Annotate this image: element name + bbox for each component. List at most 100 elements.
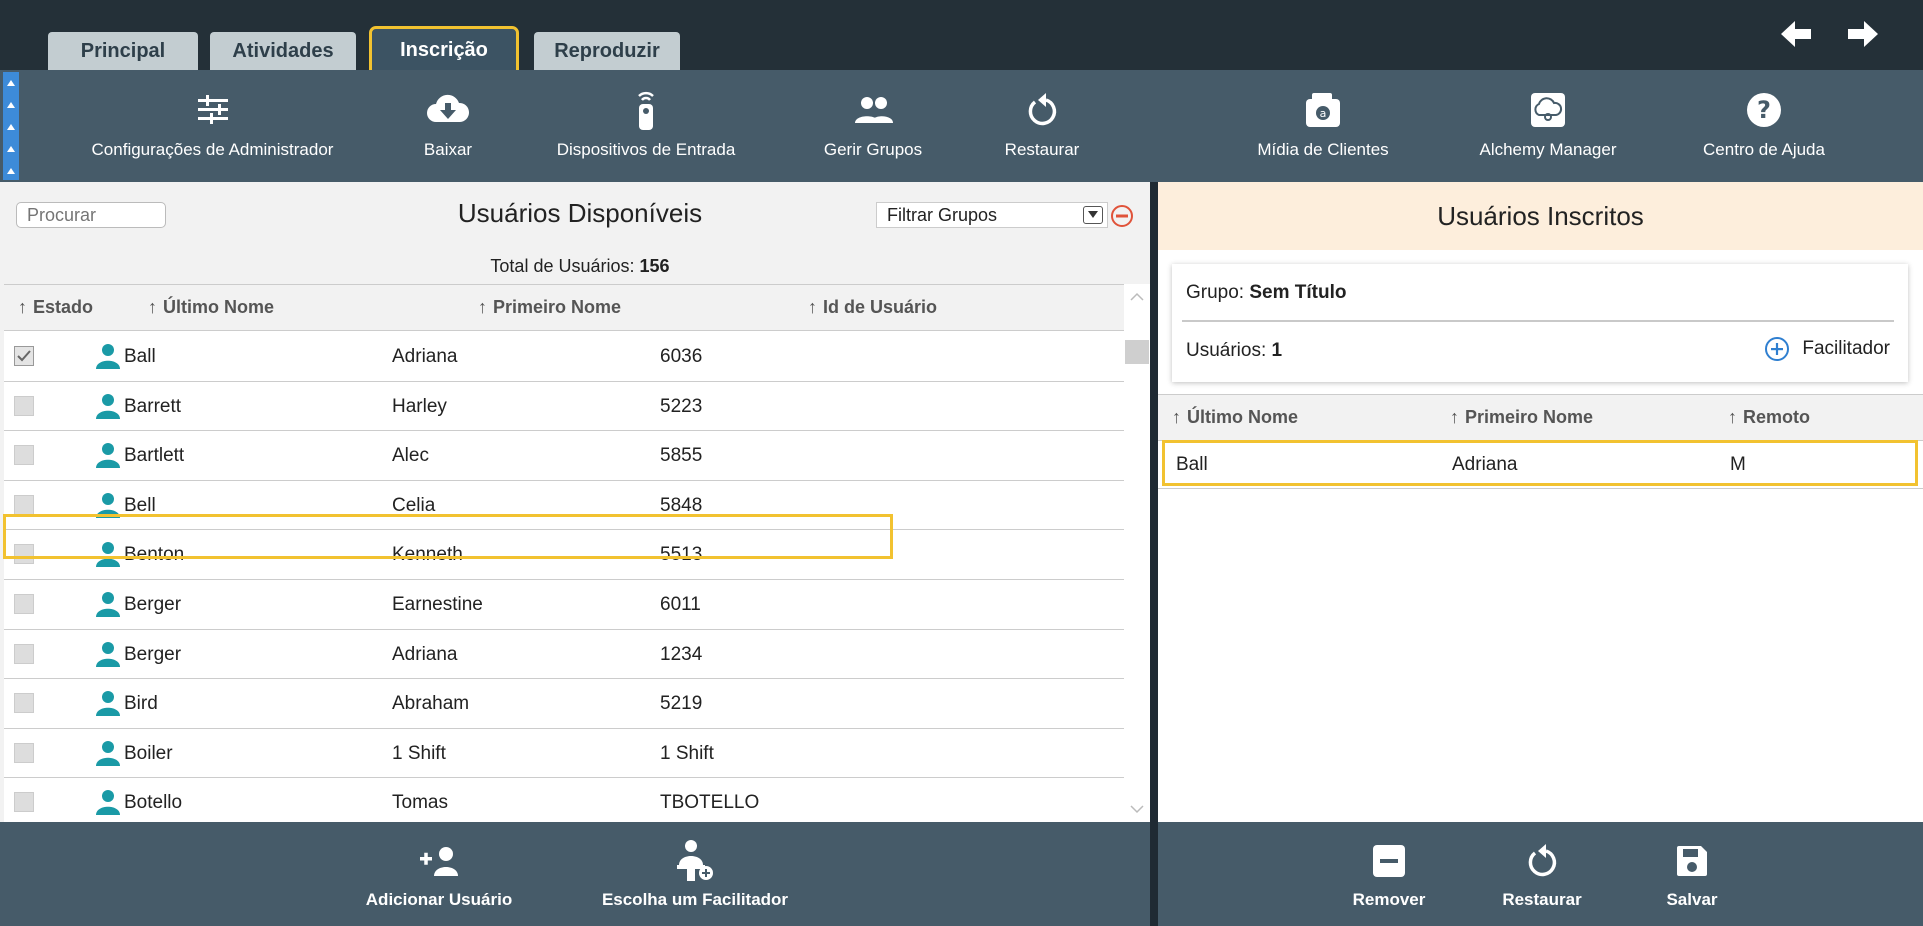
table-row[interactable]: Benton Kenneth 5513	[4, 530, 1124, 580]
admin-config-label: Configurações de Administrador	[91, 140, 334, 159]
save-button[interactable]: Salvar	[1652, 840, 1732, 910]
user-icon	[96, 393, 120, 419]
save-icon	[1677, 846, 1707, 876]
restore-icon	[1028, 93, 1057, 126]
row-checkbox[interactable]	[14, 742, 34, 763]
alchemy-manager-button[interactable]: Alchemy Manager	[1470, 90, 1626, 160]
choose-facilitator-button[interactable]: Escolha um Facilitador	[600, 840, 790, 910]
tab-inscricao[interactable]: Inscrição	[369, 26, 519, 75]
available-users-title: Usuários Disponíveis	[457, 198, 703, 228]
users-count-line: Usuários: 1	[1186, 340, 1282, 362]
cell-last-name: Benton	[124, 544, 185, 566]
row-checkbox[interactable]	[14, 494, 34, 515]
user-icon	[96, 443, 120, 469]
facilitator-icon	[677, 840, 713, 881]
cell-first-name: Earnestine	[392, 594, 483, 615]
user-icon	[96, 790, 120, 816]
table-row[interactable]: Ball Adriana M	[1158, 441, 1923, 489]
group-label: Grupo:	[1186, 282, 1245, 303]
column-first-name[interactable]: ↑ Primeiro Nome	[1450, 407, 1593, 428]
column-last-name[interactable]: ↑ Último Nome	[1172, 407, 1298, 428]
right-action-bar: Remover Restaurar Salvar	[1158, 822, 1923, 926]
restore-enrollment-label: Restaurar	[1502, 890, 1582, 909]
cell-first-name: Kenneth	[392, 544, 463, 566]
row-checkbox[interactable]	[14, 693, 34, 714]
column-status[interactable]: ↑ Estado	[18, 297, 93, 318]
add-user-icon	[420, 847, 458, 876]
restore-button[interactable]: Restaurar	[1000, 90, 1084, 160]
cloud-gear-icon	[1531, 93, 1565, 127]
cell-first-name: Alec	[392, 445, 429, 467]
cell-user-id: 1234	[660, 643, 703, 665]
manage-groups-label: Gerir Grupos	[823, 140, 923, 159]
manage-groups-button[interactable]: Gerir Grupos	[818, 90, 928, 160]
table-row[interactable]: Bird Abraham 5219	[4, 679, 1124, 729]
cell-user-id: TBOTELLO	[660, 792, 760, 814]
row-checkbox[interactable]	[14, 594, 34, 614]
back-arrow-icon[interactable]	[1779, 18, 1813, 50]
cell-last-name: Barrett	[124, 395, 182, 417]
filter-groups-select[interactable]: Filtrar Grupos	[876, 202, 1108, 228]
admin-config-button[interactable]: Configurações de Administrador	[80, 90, 345, 160]
tab-reproduzir[interactable]: Reproduzir	[534, 32, 680, 70]
input-devices-button[interactable]: Dispositivos de Entrada	[546, 90, 746, 160]
group-line: Grupo: Sem Título	[1186, 282, 1347, 304]
total-users-value: 156	[639, 256, 670, 276]
column-first-name[interactable]: ↑ Primeiro Nome	[478, 297, 621, 318]
clear-filter-icon[interactable]	[1110, 204, 1134, 228]
column-user-id[interactable]: ↑ Id de Usuário	[808, 297, 937, 318]
row-checkbox[interactable]	[14, 346, 34, 366]
chevron-down-icon[interactable]	[1083, 206, 1103, 224]
row-checkbox[interactable]	[14, 395, 34, 416]
table-row[interactable]: Boiler 1 Shift 1 Shift	[4, 728, 1124, 779]
row-checkbox[interactable]	[14, 544, 34, 565]
group-name[interactable]: Sem Título	[1249, 282, 1346, 303]
cell-user-id: 5223	[660, 395, 703, 417]
scrollbar-thumb[interactable]	[1125, 340, 1149, 364]
cell-first-name: Abraham	[392, 693, 470, 715]
add-user-button[interactable]: Adicionar Usuário	[364, 840, 514, 910]
row-checkbox[interactable]	[14, 445, 34, 466]
remove-button[interactable]: Remover	[1343, 840, 1435, 910]
table-row[interactable]: Barrett Harley 5223	[4, 381, 1124, 432]
user-icon	[96, 641, 120, 667]
table-row[interactable]: Ball Adriana 6036	[4, 332, 1124, 382]
cell-remote: M	[1730, 454, 1746, 475]
table-row[interactable]: Bartlett Alec 5855	[4, 431, 1124, 481]
row-checkbox[interactable]	[14, 643, 34, 664]
help-icon: ?	[1747, 93, 1781, 127]
table-row[interactable]: Botello Tomas TBOTELLO	[4, 778, 1124, 828]
table-row[interactable]: Bell Celia 5848	[4, 480, 1124, 531]
total-users: Total de Usuários: 156	[320, 256, 840, 277]
cell-user-id: 1 Shift	[660, 742, 714, 764]
toolbar-collapse-handle[interactable]	[3, 72, 19, 180]
tab-atividades[interactable]: Atividades	[210, 32, 356, 70]
column-last-name[interactable]: ↑ Último Nome	[148, 297, 274, 318]
column-remote[interactable]: ↑ Remoto	[1728, 407, 1810, 428]
forward-arrow-icon[interactable]	[1846, 18, 1880, 50]
remove-label: Remover	[1352, 890, 1426, 909]
user-icon	[96, 492, 120, 518]
available-users-panel: Usuários Disponíveis Filtrar Grupos Tota…	[0, 182, 1150, 828]
table-row[interactable]: Berger Earnestine 6011	[4, 580, 1124, 630]
scrollbar[interactable]	[1124, 284, 1150, 822]
remove-icon	[1373, 845, 1405, 877]
cell-user-id: 5848	[660, 494, 703, 516]
enrolled-users-panel: Usuários Inscritos Grupo: Sem Título Usu…	[1158, 182, 1923, 822]
alchemy-manager-label: Alchemy Manager	[1479, 140, 1617, 159]
table-row[interactable]: Berger Adriana 1234	[4, 629, 1124, 680]
row-checkbox[interactable]	[14, 792, 34, 813]
help-center-label: Centro de Ajuda	[1703, 140, 1825, 159]
help-center-button[interactable]: ? Centro de Ajuda	[1696, 90, 1832, 160]
download-button[interactable]: Baixar	[410, 90, 486, 160]
cell-last-name: Ball	[1176, 454, 1208, 475]
restore-enrollment-button[interactable]: Restaurar	[1492, 840, 1592, 910]
search-input[interactable]	[16, 202, 166, 228]
client-media-button[interactable]: a Mídia de Clientes	[1250, 90, 1396, 160]
add-facilitator-button[interactable]: Facilitador	[1764, 336, 1890, 362]
choose-facilitator-label: Escolha um Facilitador	[601, 890, 789, 909]
cell-first-name: Celia	[392, 494, 436, 516]
cell-last-name: Berger	[124, 594, 182, 615]
add-user-label: Adicionar Usuário	[365, 890, 513, 909]
tab-principal[interactable]: Principal	[48, 32, 198, 70]
